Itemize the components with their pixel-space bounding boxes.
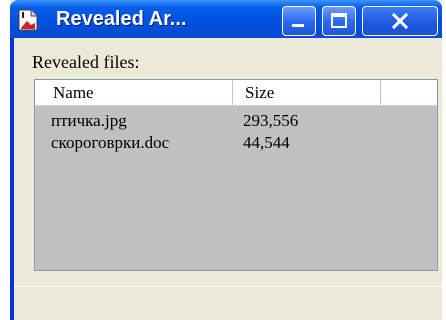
file-size: 293,556 <box>243 111 299 130</box>
revealed-files-list[interactable]: Name Size птичка.jpg 293,556 скороговрки… <box>34 79 438 271</box>
file-size: 44,544 <box>243 133 290 152</box>
list-item[interactable]: птичка.jpg 293,556 <box>35 110 437 132</box>
minimize-button[interactable] <box>282 6 316 36</box>
close-button[interactable] <box>362 6 438 36</box>
revealed-files-label: Revealed files: <box>32 52 140 72</box>
file-name: птичка.jpg <box>51 111 127 130</box>
column-header-empty[interactable] <box>381 80 437 105</box>
column-header-size[interactable]: Size <box>233 80 381 105</box>
list-item[interactable]: скороговрки.doc 44,544 <box>35 132 437 154</box>
column-header-name[interactable]: Name <box>35 80 233 105</box>
window-title: Revealed Ar... <box>56 8 187 30</box>
close-icon <box>391 12 409 30</box>
maximize-icon <box>331 13 347 28</box>
title-bar[interactable]: Revealed Ar... <box>10 0 442 38</box>
minimize-icon <box>292 24 304 27</box>
document-image-icon[interactable] <box>18 9 38 31</box>
window-bottom-divider <box>14 286 442 287</box>
list-header: Name Size <box>35 80 437 106</box>
file-name: скороговрки.doc <box>51 133 170 152</box>
revealed-archive-window: Revealed Ar... Revealed files: Name Size <box>10 0 442 320</box>
maximize-button[interactable] <box>322 6 356 36</box>
